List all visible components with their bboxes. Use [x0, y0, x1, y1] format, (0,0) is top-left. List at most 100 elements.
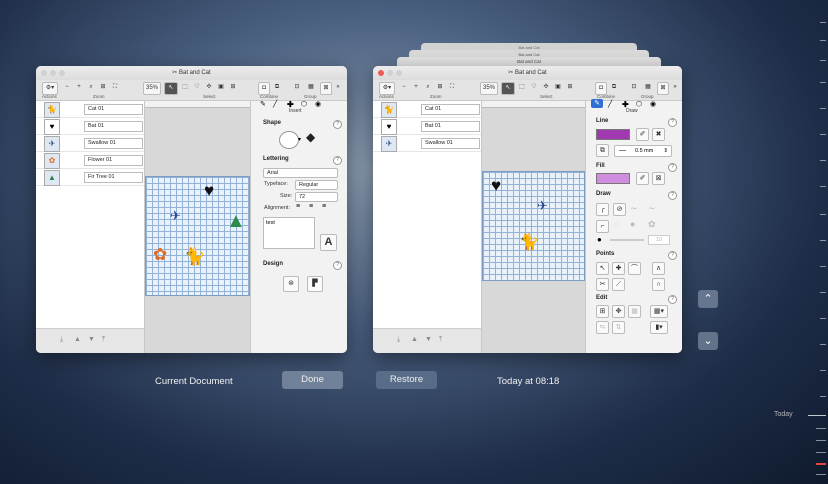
more-toolbar-icon[interactable]: » [671, 82, 679, 93]
edit-mirror-icon[interactable]: ⇅ [612, 321, 625, 334]
timeline-tick[interactable] [820, 22, 826, 23]
layer-name-field[interactable]: Cat 01 [421, 104, 480, 115]
zoom-level-field[interactable]: 35% [480, 82, 498, 95]
layer-row[interactable]: ✿ Flower 01 [36, 152, 144, 169]
bat-design-icon[interactable]: ♥ [204, 181, 214, 201]
curve-tool-icon[interactable]: ∼ [630, 203, 638, 214]
brush-size-field[interactable]: 10 [648, 235, 670, 245]
draw-help-icon[interactable]: ? [668, 191, 677, 200]
line-style-icon[interactable]: ⧉ [596, 144, 609, 157]
view-tool-icon[interactable]: ◉ [650, 100, 656, 108]
move-to-top-icon[interactable]: ⤒ [102, 336, 105, 344]
shape-dropdown-chevron-icon[interactable]: ▾ [298, 136, 301, 143]
select-magic-icon[interactable]: ✣ [204, 82, 214, 93]
layer-row[interactable]: 🐈 Cat 01 [373, 101, 481, 118]
restore-button[interactable]: Restore [376, 371, 437, 389]
timeline-tick[interactable] [820, 344, 826, 345]
current-document-window[interactable]: ✂ Bat and Cat ⚙▾ − + ⌕ ⊞ ⛶ 35% ↖ ⬚ ♡ ✣ ▣… [36, 66, 347, 353]
pen-tool-icon[interactable]: ✎ [591, 99, 603, 108]
ungroup-icon[interactable]: ⊠ [657, 82, 669, 95]
edit-flip-icon[interactable]: ⇆ [596, 321, 609, 334]
newer-version-chevron-down-icon[interactable]: ⌄ [698, 332, 718, 350]
shape-help-icon[interactable]: ? [333, 120, 342, 129]
timeline[interactable]: Today [774, 0, 828, 484]
move-to-bottom-icon[interactable]: ⤓ [397, 336, 400, 344]
layer-row[interactable]: ♥ Bat 01 [373, 118, 481, 135]
layer-row[interactable]: ▲ Fir Tree 01 [36, 169, 144, 186]
zoom-grid-icon[interactable]: ⊞ [436, 82, 444, 93]
zoom-fit-icon[interactable]: ⌕ [424, 82, 432, 93]
close-button[interactable] [378, 70, 384, 76]
timeline-tick[interactable] [820, 108, 826, 109]
zoom-frame-icon[interactable]: ⛶ [448, 82, 456, 93]
layer-name-field[interactable]: Bat 01 [84, 121, 143, 132]
swallow-design-icon[interactable]: ✈ [170, 208, 181, 224]
group-grid-icon[interactable]: ▦ [643, 82, 653, 93]
layer-row[interactable]: ✈ Swallow 01 [373, 135, 481, 152]
layer-name-field[interactable]: Bat 01 [421, 121, 480, 132]
select-grid-icon[interactable]: ⊞ [565, 82, 575, 93]
edit-distribute-menu[interactable]: ▮▾ [650, 321, 668, 334]
select-all-icon[interactable]: ▣ [216, 82, 226, 93]
fill-tool-icon[interactable]: ◌ [614, 219, 619, 229]
line-remove-icon[interactable]: ✖ [652, 128, 665, 141]
shape-tool-icon[interactable]: ⬡ [636, 100, 642, 108]
close-button[interactable] [41, 70, 47, 76]
align-left-icon[interactable]: ≡ [296, 203, 300, 210]
layer-row[interactable]: ✈ Swallow 01 [36, 135, 144, 152]
hoop-grid[interactable]: ♥ ✈ 🐈 [482, 171, 585, 281]
zoom-out-button[interactable]: − [400, 82, 408, 93]
point-line-icon[interactable]: ⟋ [612, 278, 625, 291]
move-to-top-icon[interactable]: ⤒ [439, 336, 442, 344]
point-curve-icon[interactable]: ⌒ [628, 262, 641, 275]
design-canvas[interactable]: ♥ ✈ ▲ ✿ 🐈 [145, 101, 250, 353]
timeline-tick[interactable] [820, 370, 826, 371]
zoom-button[interactable] [59, 70, 65, 76]
move-down-icon[interactable]: ▼ [88, 336, 95, 343]
line-color-swatch[interactable] [596, 129, 630, 140]
done-button[interactable]: Done [282, 371, 343, 389]
move-up-icon[interactable]: ▲ [74, 336, 81, 343]
insert-design-button[interactable]: ⊛ [283, 276, 299, 292]
timeline-tick[interactable] [820, 292, 826, 293]
shape-tool-icon[interactable]: ⬡ [301, 100, 307, 108]
timeline-tick[interactable] [820, 82, 826, 83]
layer-name-field[interactable]: Swallow 01 [84, 138, 143, 149]
zoom-frame-icon[interactable]: ⛶ [111, 82, 119, 93]
layer-name-field[interactable]: Flower 01 [84, 155, 143, 166]
point-arc-icon[interactable]: ∩ [652, 278, 665, 291]
font-select[interactable]: Arial [263, 168, 338, 178]
zoom-out-button[interactable]: − [63, 82, 71, 93]
freehand-tool-icon[interactable]: ╭ [596, 203, 609, 216]
points-help-icon[interactable]: ? [668, 251, 677, 260]
timeline-tick[interactable] [820, 160, 826, 161]
zoom-button[interactable] [396, 70, 402, 76]
select-rect-icon[interactable]: ⬚ [517, 82, 527, 93]
timeline-tick[interactable] [820, 396, 826, 397]
design-library-button[interactable]: ▛ [307, 276, 323, 292]
align-right-icon[interactable]: ≡ [322, 203, 326, 210]
zoom-level-field[interactable]: 35% [143, 82, 161, 95]
zoom-grid-icon[interactable]: ⊞ [99, 82, 107, 93]
timeline-tick[interactable] [816, 440, 826, 441]
shapes-library-icon[interactable]: ◆ [306, 130, 315, 144]
bat-design-icon[interactable]: ♥ [491, 176, 501, 196]
timeline-tick[interactable] [820, 240, 826, 241]
point-knife-icon[interactable]: ✂ [596, 278, 609, 291]
lettering-text-area[interactable]: test [263, 217, 315, 249]
typeface-select[interactable]: Regular [295, 180, 338, 190]
layer-row[interactable]: 🐈 Cat 01 [36, 101, 144, 118]
lettering-help-icon[interactable]: ? [333, 156, 342, 165]
swallow-design-icon[interactable]: ✈ [537, 198, 548, 214]
older-version-chevron-up-icon[interactable]: ⌃ [698, 290, 718, 308]
view-tool-icon[interactable]: ◉ [315, 100, 321, 108]
backup-version-window[interactable]: ✂ Bat and Cat ⚙▾ − + ⌕ ⊞ ⛶ 35% ↖ ⬚ ♡ ✣ ▣… [373, 66, 682, 353]
group-grid-icon[interactable]: ▦ [306, 82, 316, 93]
design-help-icon[interactable]: ? [333, 261, 342, 270]
design-canvas[interactable]: ♥ ✈ 🐈 [482, 101, 585, 353]
select-lasso-icon[interactable]: ♡ [192, 82, 202, 93]
combine-alt-icon[interactable]: ⧉ [272, 82, 282, 93]
group-icon[interactable]: ⊡ [629, 82, 639, 93]
select-magic-icon[interactable]: ✣ [541, 82, 551, 93]
timeline-tick[interactable] [816, 474, 826, 475]
